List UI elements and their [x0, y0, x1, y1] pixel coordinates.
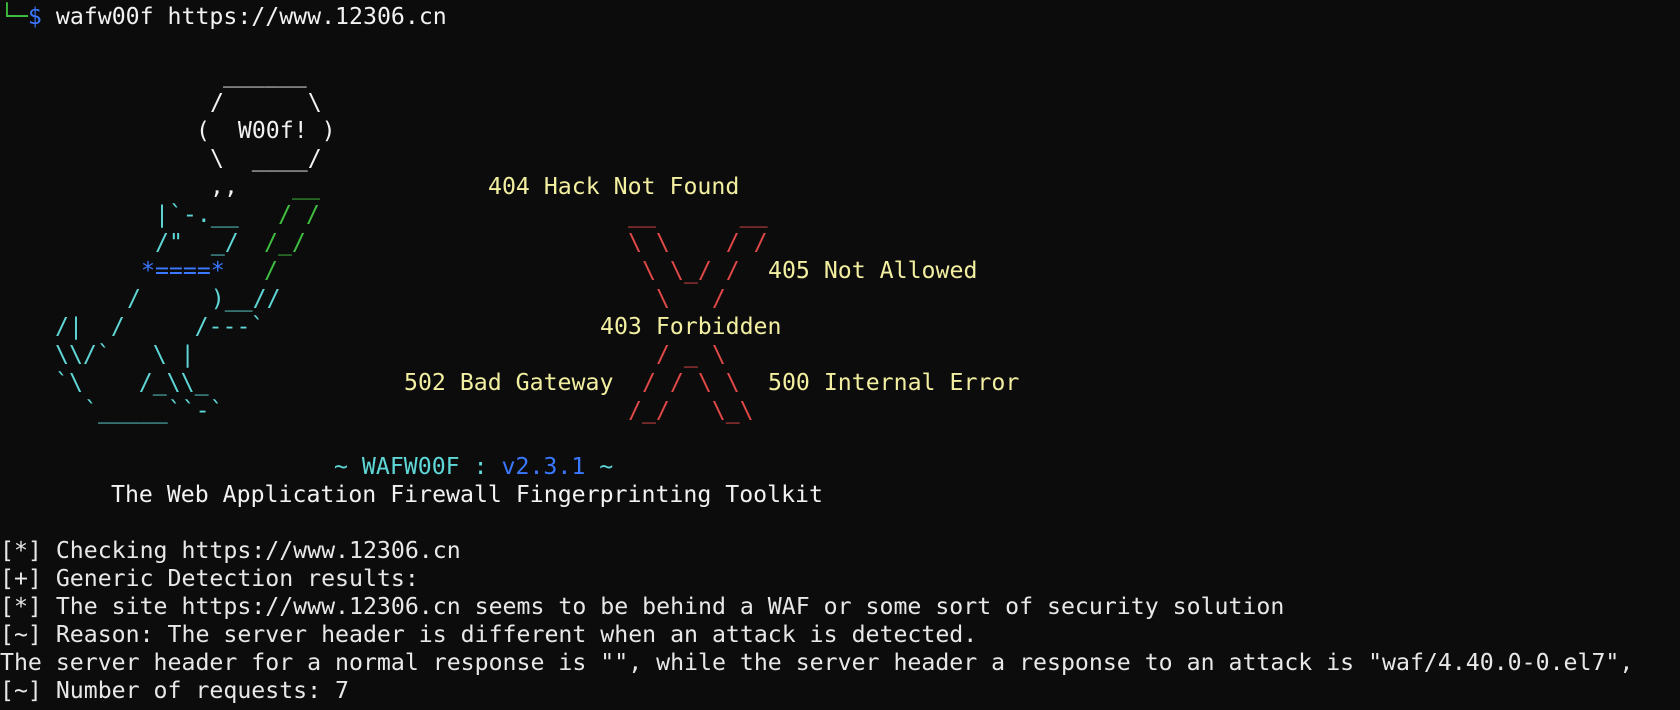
- dog-line-1: ,,: [210, 173, 238, 200]
- bubble-line-1: ______: [223, 61, 307, 88]
- version-suffix: ~: [599, 453, 614, 480]
- prompt-corner: └─: [0, 3, 28, 30]
- dog-collar: *====*: [141, 257, 225, 284]
- leash-line-1: __: [292, 173, 320, 200]
- terminal-window[interactable]: └─$ wafw00f https://www.12306.cn ______ …: [0, 0, 1680, 710]
- version-prefix: ~ WAFW00F :: [334, 453, 488, 480]
- bubble-line-4: \ ____/: [210, 145, 322, 172]
- error-405: 405 Not Allowed: [768, 257, 978, 284]
- cross-line-3: \ \_/ /: [642, 257, 740, 284]
- bubble-line-3: ( W00f! ): [196, 117, 336, 144]
- prompt-line: └─$ wafw00f https://www.12306.cn: [0, 3, 447, 31]
- dog-line-3: /" _/: [155, 229, 239, 256]
- dog-line-7: \\/` \ |: [55, 341, 195, 368]
- leash-line-2: / /: [278, 201, 320, 228]
- leash-line-3: /_/: [264, 229, 306, 256]
- output-line-checking: [*] Checking https://www.12306.cn: [0, 537, 461, 564]
- output-line-reason: [~] Reason: The server header is differe…: [0, 621, 978, 648]
- cross-line-4: \ /: [656, 285, 726, 312]
- dog-line-9: `_____``-`: [84, 397, 224, 424]
- dog-line-5: / )__//: [127, 285, 281, 312]
- tagline: The Web Application Firewall Fingerprint…: [111, 481, 823, 508]
- leash-line-4: /: [264, 257, 278, 284]
- output-line-requests: [~] Number of requests: 7: [0, 677, 350, 704]
- dog-line-8: `\ /_\\_: [55, 369, 209, 396]
- error-502: 502 Bad Gateway: [404, 369, 614, 396]
- version-line: ~ WAFW00F : v2.3.1 ~: [334, 453, 613, 481]
- cross-line-7: /_/ \_\: [628, 397, 754, 424]
- dog-line-2: |`-.__: [155, 201, 239, 228]
- output-line-site: [*] The site https://www.12306.cn seems …: [0, 593, 1285, 620]
- error-404: 404 Hack Not Found: [488, 173, 740, 200]
- dog-line-6: /| / /---`: [55, 313, 265, 340]
- error-500: 500 Internal Error: [768, 369, 1020, 396]
- cross-line-6: / / \ \: [642, 369, 740, 396]
- output-line-generic: [+] Generic Detection results:: [0, 565, 419, 592]
- output-line-header: The server header for a normal response …: [0, 649, 1634, 676]
- cross-line-5: / _ \: [656, 341, 726, 368]
- cross-line-1: __ __: [628, 201, 768, 228]
- bubble-line-2: / \: [210, 89, 322, 116]
- cross-line-2: \ \ / /: [628, 229, 768, 256]
- version-number: v2.3.1: [501, 453, 586, 480]
- error-403: 403 Forbidden: [600, 313, 782, 340]
- prompt-symbol: $: [27, 3, 42, 30]
- prompt-command: wafw00f https://www.12306.cn: [55, 3, 447, 30]
